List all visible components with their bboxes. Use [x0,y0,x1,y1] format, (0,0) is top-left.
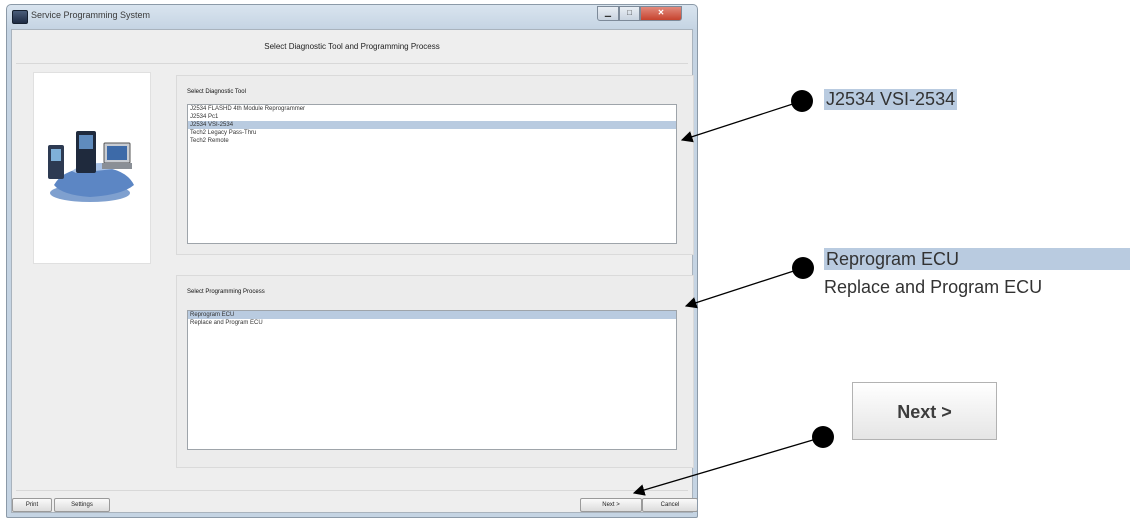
footer-divider [16,490,688,491]
programming-process-group: Select Programming Process Reprogram ECU… [176,275,694,468]
maximize-icon: □ [627,8,632,17]
close-button[interactable]: ✕ [640,6,682,21]
page-title: Select Diagnostic Tool and Programming P… [264,42,440,51]
header-divider [16,63,688,64]
diagnostic-tool-group: Select Diagnostic Tool J2534 FLASHD 4th … [176,75,694,255]
diagnostic-tool-label: Select Diagnostic Tool [187,89,246,95]
list-item[interactable]: J2534 Pc1 [188,113,676,121]
app-icon [12,10,28,24]
programming-process-list[interactable]: Reprogram ECU Replace and Program ECU [187,310,677,450]
callout-next-button: Next > [852,382,997,440]
list-item[interactable]: Tech2 Remote [188,137,676,145]
settings-button[interactable]: Settings [54,498,110,512]
callout-arrow-tool [680,90,813,143]
minimize-button[interactable]: ▁ [597,6,619,21]
title-bar[interactable]: Service Programming System ▁ □ ✕ [7,5,697,29]
print-button[interactable]: Print [12,498,52,512]
client-area: Select Diagnostic Tool and Programming P… [11,29,697,513]
minimize-icon: ▁ [604,8,612,17]
list-item-selected[interactable]: Reprogram ECU [188,311,676,319]
callout-process-selected: Reprogram ECU [824,248,1130,270]
list-item[interactable]: Replace and Program ECU [188,319,676,327]
list-item-selected[interactable]: J2534 VSI-2534 [188,121,676,129]
next-button[interactable]: Next > [580,498,642,512]
image-panel [33,72,151,264]
close-icon: ✕ [657,8,665,17]
window-title: Service Programming System [31,10,151,20]
application-window: Service Programming System ▁ □ ✕ Select … [6,4,698,518]
callout-arrow-process [684,257,814,309]
callout-tool-label: J2534 VSI-2534 [824,89,958,110]
list-item[interactable]: J2534 FLASHD 4th Module Reprogrammer [188,105,676,113]
callout-process-other: Replace and Program ECU [824,277,1043,297]
diagnostic-tool-list[interactable]: J2534 FLASHD 4th Module Reprogrammer J25… [187,104,677,244]
maximize-button[interactable]: □ [619,6,640,21]
cancel-button[interactable]: Cancel [642,498,697,512]
diagnostic-tools-illustration [48,131,134,202]
programming-process-label: Select Programming Process [187,289,265,295]
list-item[interactable]: Tech2 Legacy Pass-Thru [188,129,676,137]
